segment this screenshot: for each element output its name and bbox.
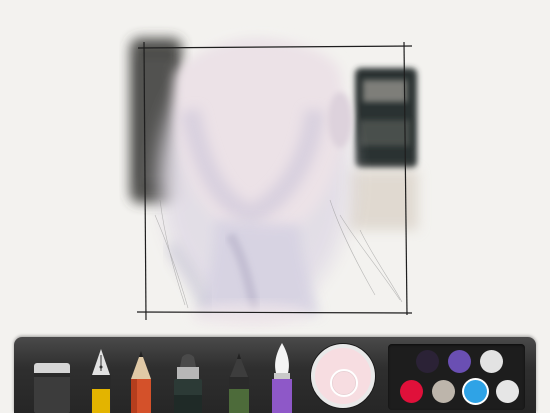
palette-swatch[interactable]	[448, 350, 471, 373]
watercolor-brush-tool[interactable]	[269, 341, 295, 413]
fountain-pen-tool[interactable]	[89, 347, 113, 413]
palette-swatch[interactable]	[464, 380, 487, 403]
canvas-artwork	[130, 38, 418, 327]
color-palette	[388, 344, 525, 410]
pencil-tool[interactable]	[129, 349, 153, 413]
dark-wash-right	[348, 68, 418, 230]
palette-swatch[interactable]	[416, 350, 439, 373]
current-color-wheel[interactable]	[311, 344, 375, 408]
outline-pen-tool[interactable]	[226, 351, 252, 413]
palette-swatch[interactable]	[432, 380, 455, 403]
toolbar-tray	[14, 337, 536, 413]
drawing-canvas[interactable]	[0, 0, 550, 335]
outline-pen-icon	[229, 353, 249, 413]
palette-swatch[interactable]	[496, 380, 519, 403]
fountain-pen-icon	[91, 349, 111, 413]
watercolor-brush-icon	[272, 343, 292, 413]
eraser-icon	[34, 363, 70, 413]
pencil-icon	[131, 351, 151, 413]
marker-tool[interactable]	[171, 351, 205, 413]
color-picker-ring[interactable]	[330, 369, 358, 397]
marker-icon	[174, 354, 202, 413]
eraser-tool[interactable]	[32, 361, 72, 413]
face-wash	[160, 40, 352, 327]
palette-swatch[interactable]	[400, 380, 423, 403]
palette-swatch[interactable]	[480, 350, 503, 373]
